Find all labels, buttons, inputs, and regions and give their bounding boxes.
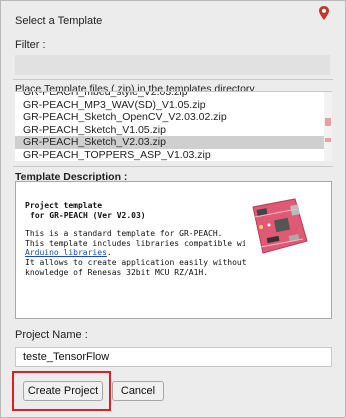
project-name-input[interactable]: teste_TensorFlow — [15, 347, 332, 367]
description-line: This template includes libraries compati… — [25, 238, 257, 248]
create-project-button[interactable]: Create Project — [23, 381, 103, 401]
link-suffix: . — [106, 248, 112, 258]
cancel-button[interactable]: Cancel — [112, 381, 164, 401]
divider — [13, 166, 333, 167]
board-image — [245, 197, 311, 259]
project-name-label: Project Name : — [15, 329, 88, 341]
template-list-items: GR-PEACH_mbed_style_V2.03.zip GR-PEACH_MP… — [15, 92, 324, 161]
dialog-title: Select a Template — [15, 15, 103, 27]
scrollbar-marker — [325, 118, 331, 126]
select-template-dialog: Select a Template Filter : Place Templat… — [0, 0, 346, 418]
arduino-libraries-link[interactable]: Arduino libraries — [25, 248, 107, 257]
description-text: Project template for GR-PEACH (Ver V2.03… — [25, 201, 265, 277]
description-link-line: Arduino libraries. — [25, 248, 265, 258]
template-list-item[interactable]: GR-PEACH_TOPPERS_ASP_V1.03.zip — [15, 149, 324, 161]
description-line: This is a standard template for GR-PEACH… — [25, 229, 223, 239]
divider — [13, 79, 333, 80]
description-line: knowledge of Renesas 32bit MCU RZ/A1H. — [25, 267, 209, 277]
filter-input[interactable] — [15, 55, 330, 75]
scrollbar-marker — [325, 138, 331, 142]
template-list-item[interactable]: GR-PEACH_MP3_WAV(SD)_V1.05.zip — [15, 99, 324, 112]
map-pin-icon[interactable] — [317, 5, 331, 21]
description-title: Project template — [25, 201, 103, 210]
template-list-item[interactable]: GR-PEACH_Sketch_V2.03.zip — [15, 136, 324, 149]
template-list-item[interactable]: GR-PEACH_Sketch_V1.05.zip — [15, 124, 324, 137]
filter-label: Filter : — [15, 39, 46, 51]
template-list-item[interactable]: GR-PEACH_mbed_style_V2.03.zip — [15, 92, 324, 99]
template-description-panel: Project template for GR-PEACH (Ver V2.03… — [15, 181, 332, 319]
description-subtitle: for GR-PEACH (Ver V2.03) — [30, 210, 146, 220]
template-list[interactable]: GR-PEACH_mbed_style_V2.03.zip GR-PEACH_MP… — [15, 91, 332, 161]
template-list-item[interactable]: GR-PEACH_Sketch_OpenCV_V2.03.02.zip — [15, 111, 324, 124]
template-list-scrollbar[interactable] — [324, 92, 332, 161]
dialog-titlebar: Select a Template — [1, 1, 345, 29]
description-line: It allows to create application easily w… — [25, 257, 247, 267]
